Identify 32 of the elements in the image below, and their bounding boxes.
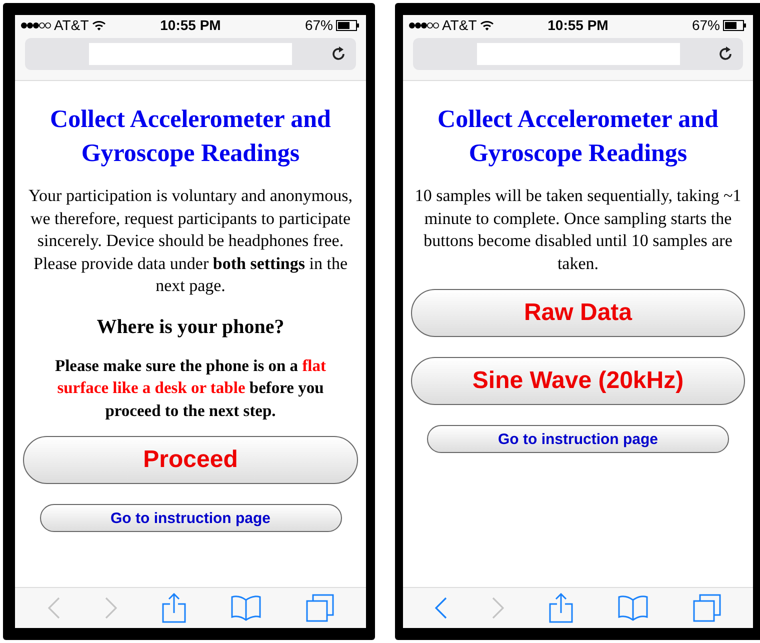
question-heading: Where is your phone?: [96, 316, 284, 338]
signal-icon: [409, 22, 439, 28]
battery-percent: 67%: [304, 17, 333, 33]
status-time: 10:55 PM: [548, 17, 608, 33]
status-time: 10:55 PM: [160, 17, 221, 33]
book-icon[interactable]: [618, 595, 648, 621]
battery-icon: [336, 20, 360, 30]
wifi-icon: [480, 20, 494, 30]
action-button[interactable]: Proceed: [23, 436, 358, 484]
reload-icon[interactable]: [332, 46, 346, 61]
tabs-icon[interactable]: [306, 594, 334, 622]
intro-paragraph: Your participation is voluntary and anonymous, we therefore, request participants to participate sincerely. Device should be headphones free. Please provide data under both settings in the next page.: [27, 185, 354, 297]
carrier-name: AT&T: [442, 17, 477, 33]
carrier-name: AT&T: [54, 17, 89, 33]
page-heading: Collect Accelerometer and Gyroscope Readings: [436, 105, 720, 169]
share-icon[interactable]: [548, 593, 573, 623]
page-heading: Collect Accelerometer and Gyroscope Readings: [49, 105, 332, 169]
signal-icon: [21, 22, 51, 28]
wifi-icon: [92, 20, 106, 30]
tabs-icon[interactable]: [692, 594, 721, 622]
intro-paragraph: 10 samples will be taken sequentially, taking ~1 minute to complete. Once sampling starts the buttons become disabled until 10 samples are taken.: [414, 185, 742, 274]
instruction-button[interactable]: Go to instruction page: [40, 504, 342, 532]
share-icon[interactable]: [162, 593, 186, 623]
book-icon[interactable]: [230, 595, 260, 621]
instruction-button[interactable]: Go to instruction page: [427, 425, 729, 453]
notice-paragraph: Please make sure the phone is on a flat surface like a desk or table before you proceed to the next step.: [54, 354, 328, 422]
action-button[interactable]: Raw Data: [411, 289, 745, 337]
battery-icon: [722, 20, 747, 30]
reload-icon[interactable]: [719, 46, 733, 61]
action-button[interactable]: Sine Wave (20kHz): [411, 357, 745, 405]
back-icon[interactable]: [435, 597, 448, 619]
battery-percent: 67%: [692, 17, 720, 33]
